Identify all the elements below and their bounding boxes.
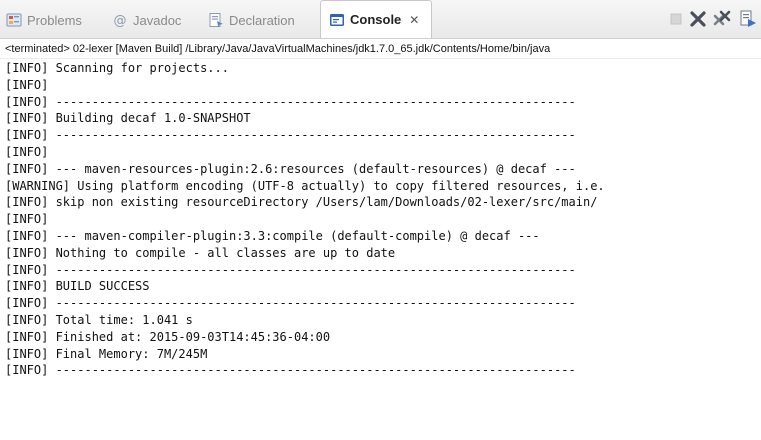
console-line: [INFO] ---------------------------------…	[5, 363, 576, 378]
console-line: [INFO] --- maven-resources-plugin:2.6:re…	[5, 161, 576, 176]
terminate-icon[interactable]	[666, 9, 686, 29]
remove-all-terminated-icon[interactable]	[712, 9, 732, 29]
console-line: [INFO] --- maven-compiler-plugin:3.3:com…	[5, 228, 540, 243]
console-icon	[329, 12, 345, 28]
console-line: [INFO] Nothing to compile - all classes …	[5, 245, 396, 260]
tab-label: Javadoc	[133, 12, 182, 28]
console-line: [INFO]	[5, 144, 49, 159]
tab-label: Console	[350, 12, 402, 27]
console-view: Problems @ Javadoc Declaration Console ✕…	[0, 0, 761, 440]
console-line: [INFO] ---------------------------------…	[5, 296, 576, 311]
declaration-icon	[208, 12, 224, 28]
tab-label: Declaration	[229, 12, 295, 28]
console-line: [INFO] ---------------------------------…	[5, 128, 576, 143]
console-options-icon[interactable]	[738, 9, 758, 29]
close-icon[interactable]: ✕	[409, 13, 419, 27]
tab-declaration[interactable]: Declaration	[208, 9, 295, 31]
tab-label: Problems	[27, 12, 82, 28]
console-line: [INFO] Building decaf 1.0-SNAPSHOT	[5, 111, 251, 126]
console-line: [INFO] Finished at: 2015-09-03T14:45:36-…	[5, 329, 331, 344]
console-line: [INFO] Final Memory: 7M/245M	[5, 346, 208, 361]
launch-status-line: <terminated> 02-lexer [Maven Build] /Lib…	[0, 39, 761, 59]
tab-problems[interactable]: Problems	[6, 9, 82, 31]
console-line: [INFO] ---------------------------------…	[5, 94, 576, 109]
console-line: [INFO]	[5, 77, 49, 92]
javadoc-icon: @	[112, 12, 128, 29]
console-line: [INFO] BUILD SUCCESS	[5, 279, 150, 294]
tab-console[interactable]: Console ✕	[320, 0, 433, 38]
console-output[interactable]: [INFO] Scanning for projects... [INFO] […	[0, 60, 761, 440]
console-line: [INFO] ---------------------------------…	[5, 262, 576, 277]
view-tab-bar: Problems @ Javadoc Declaration Console ✕	[0, 0, 761, 39]
remove-launch-icon[interactable]	[688, 9, 708, 29]
svg-text:@: @	[114, 14, 127, 29]
problems-icon	[6, 12, 22, 28]
console-line: [INFO] skip non existing resourceDirecto…	[5, 195, 598, 210]
console-line: [INFO] Total time: 1.041 s	[5, 312, 193, 327]
console-line: [INFO]	[5, 212, 49, 227]
console-line: [WARNING] Using platform encoding (UTF-8…	[5, 178, 605, 193]
console-line: [INFO] Scanning for projects...	[5, 61, 229, 75]
tab-javadoc[interactable]: @ Javadoc	[112, 9, 182, 31]
